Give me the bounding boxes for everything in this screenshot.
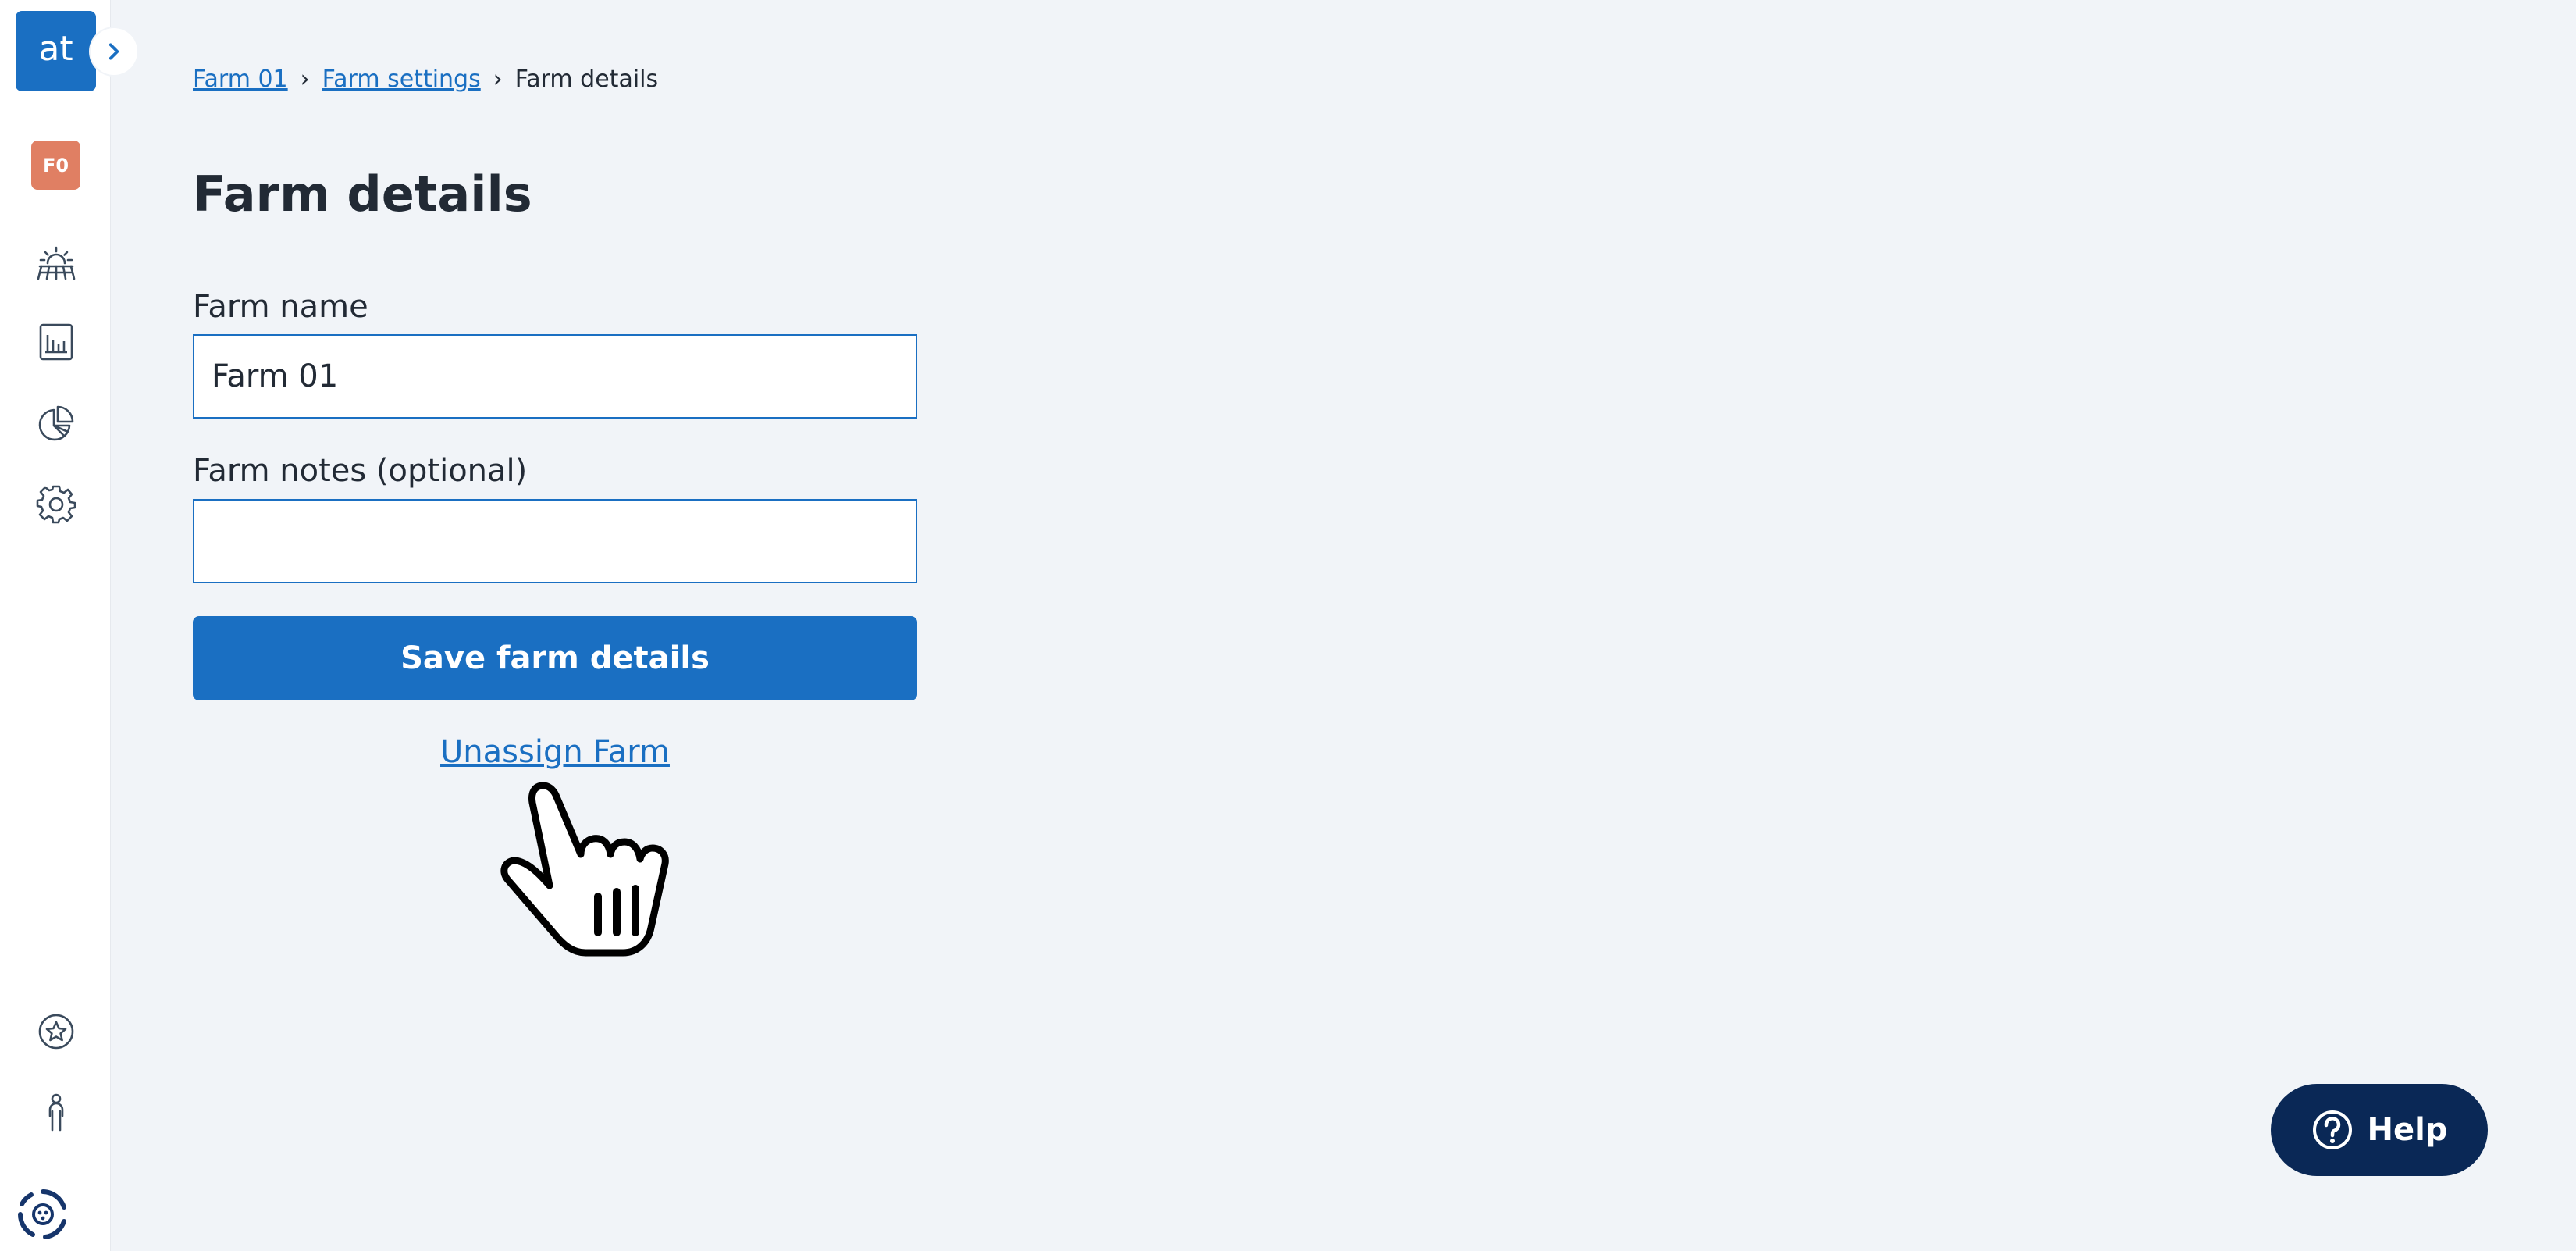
sidebar: at F0 <box>0 0 137 1251</box>
pie-chart-icon <box>38 405 74 441</box>
sidebar-item-brand[interactable] <box>16 1187 70 1242</box>
sidebar-item-account[interactable] <box>34 1091 78 1135</box>
farm-badge[interactable]: F0 <box>31 141 80 190</box>
save-farm-details-button[interactable]: Save farm details <box>193 616 917 700</box>
chevron-right-icon: › <box>300 66 310 93</box>
chevron-right-icon: › <box>493 66 503 93</box>
app-logo-icon <box>17 1189 66 1239</box>
farm-name-input[interactable] <box>193 334 917 419</box>
help-button[interactable]: Help <box>2271 1084 2488 1176</box>
chevron-right-icon <box>109 43 119 60</box>
help-label: Help <box>2367 1112 2448 1148</box>
gear-icon <box>36 485 76 524</box>
unassign-farm-link[interactable]: Unassign Farm <box>440 734 670 770</box>
breadcrumb-farm-link[interactable]: Farm 01 <box>193 66 288 93</box>
app-logo[interactable]: at <box>16 11 96 91</box>
page-title: Farm details <box>193 166 532 223</box>
farm-badge-label: F0 <box>42 154 69 176</box>
farm-sun-icon <box>37 246 76 280</box>
star-icon <box>38 1014 74 1050</box>
sidebar-item-reports[interactable] <box>34 320 78 364</box>
expand-sidebar-button[interactable] <box>91 28 137 75</box>
logo-text: at <box>38 29 73 69</box>
sidebar-item-analytics[interactable] <box>34 401 78 445</box>
sidebar-item-farm[interactable] <box>34 241 78 284</box>
question-circle-icon <box>2312 1110 2352 1149</box>
breadcrumb-current: Farm details <box>514 66 659 93</box>
bar-chart-icon <box>39 323 73 361</box>
farm-name-label: Farm name <box>193 289 368 325</box>
breadcrumb-farm-settings-link[interactable]: Farm settings <box>322 66 481 93</box>
person-icon <box>48 1093 64 1132</box>
sidebar-item-favorites[interactable] <box>34 1010 78 1053</box>
farm-notes-label: Farm notes (optional) <box>193 453 528 489</box>
breadcrumb: Farm 01 › Farm settings › Farm details <box>193 66 658 93</box>
hand-pointer-icon <box>500 782 669 957</box>
unassign-farm-container: Unassign Farm <box>193 734 917 770</box>
sidebar-item-settings[interactable] <box>34 482 78 526</box>
farm-notes-input[interactable] <box>193 499 917 583</box>
